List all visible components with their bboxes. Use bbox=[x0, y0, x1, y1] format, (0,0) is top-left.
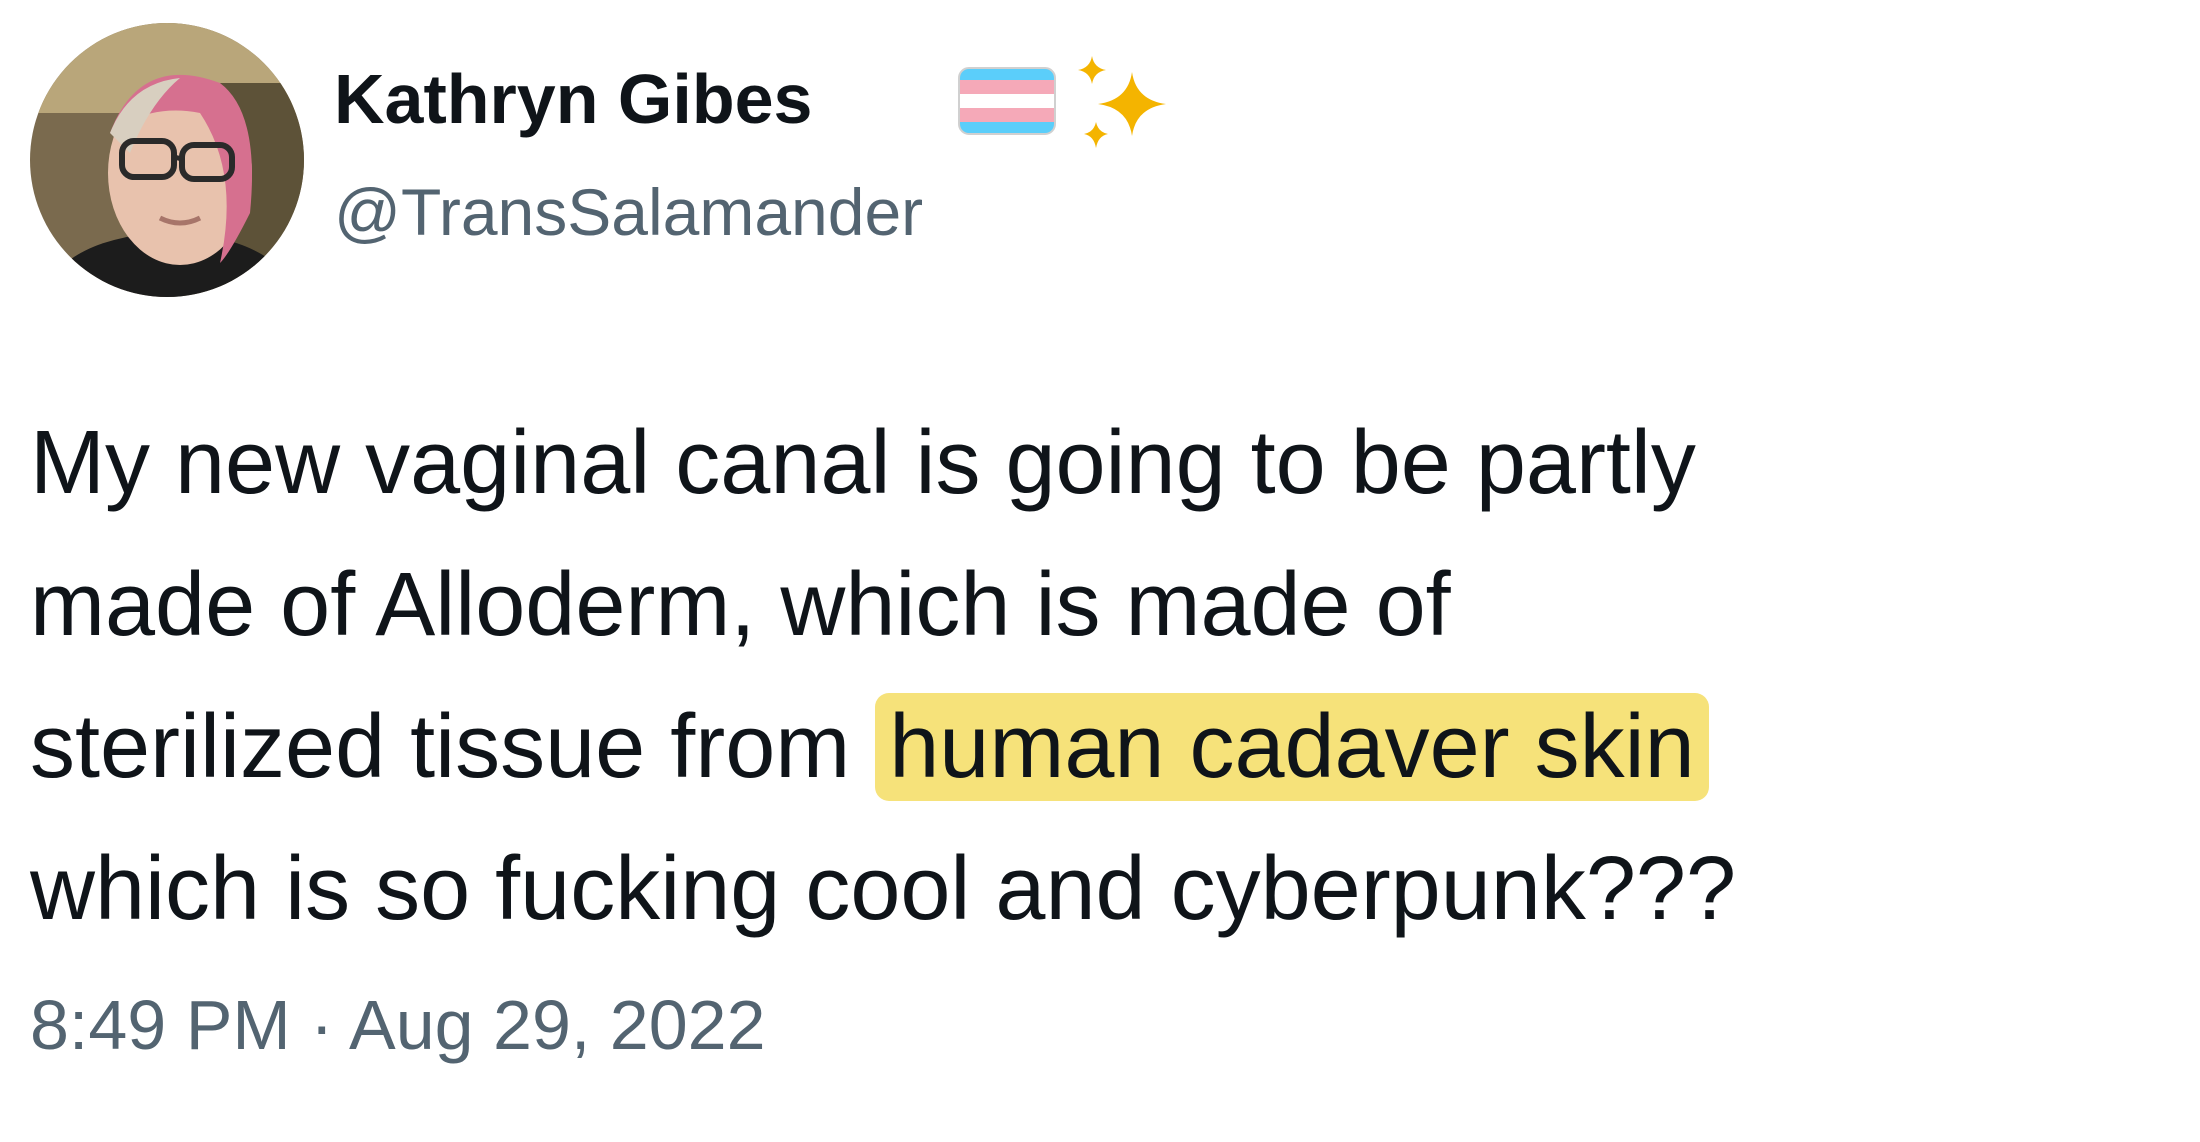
sparkles-icon bbox=[1078, 56, 1166, 148]
tweet-timestamp[interactable]: 8:49 PM · Aug 29, 2022 bbox=[30, 980, 766, 1070]
author-name[interactable]: Kathryn Gibes bbox=[334, 54, 812, 144]
tweet-text-line: which is so fucking cool and cyberpunk??… bbox=[30, 839, 1737, 939]
avatar[interactable] bbox=[30, 23, 304, 297]
tweet-text-segment: sterilized tissue from bbox=[30, 697, 876, 797]
tweet-text-line-with-highlight: sterilized tissue from human cadaver ski… bbox=[30, 676, 1736, 818]
highlighted-text: human cadaver skin bbox=[875, 693, 1709, 801]
tweet-card: Kathryn Gibes @TransSalamander My new va… bbox=[0, 0, 2200, 1142]
transgender-flag-icon bbox=[958, 67, 1056, 135]
tweet-text-line: made of Alloderm, which is made of bbox=[30, 555, 1451, 655]
tweet-text: My new vaginal canal is going to be part… bbox=[30, 392, 1736, 960]
avatar-image bbox=[30, 23, 304, 297]
tweet-text-line: My new vaginal canal is going to be part… bbox=[30, 413, 1696, 513]
author-handle[interactable]: @TransSalamander bbox=[334, 170, 923, 254]
